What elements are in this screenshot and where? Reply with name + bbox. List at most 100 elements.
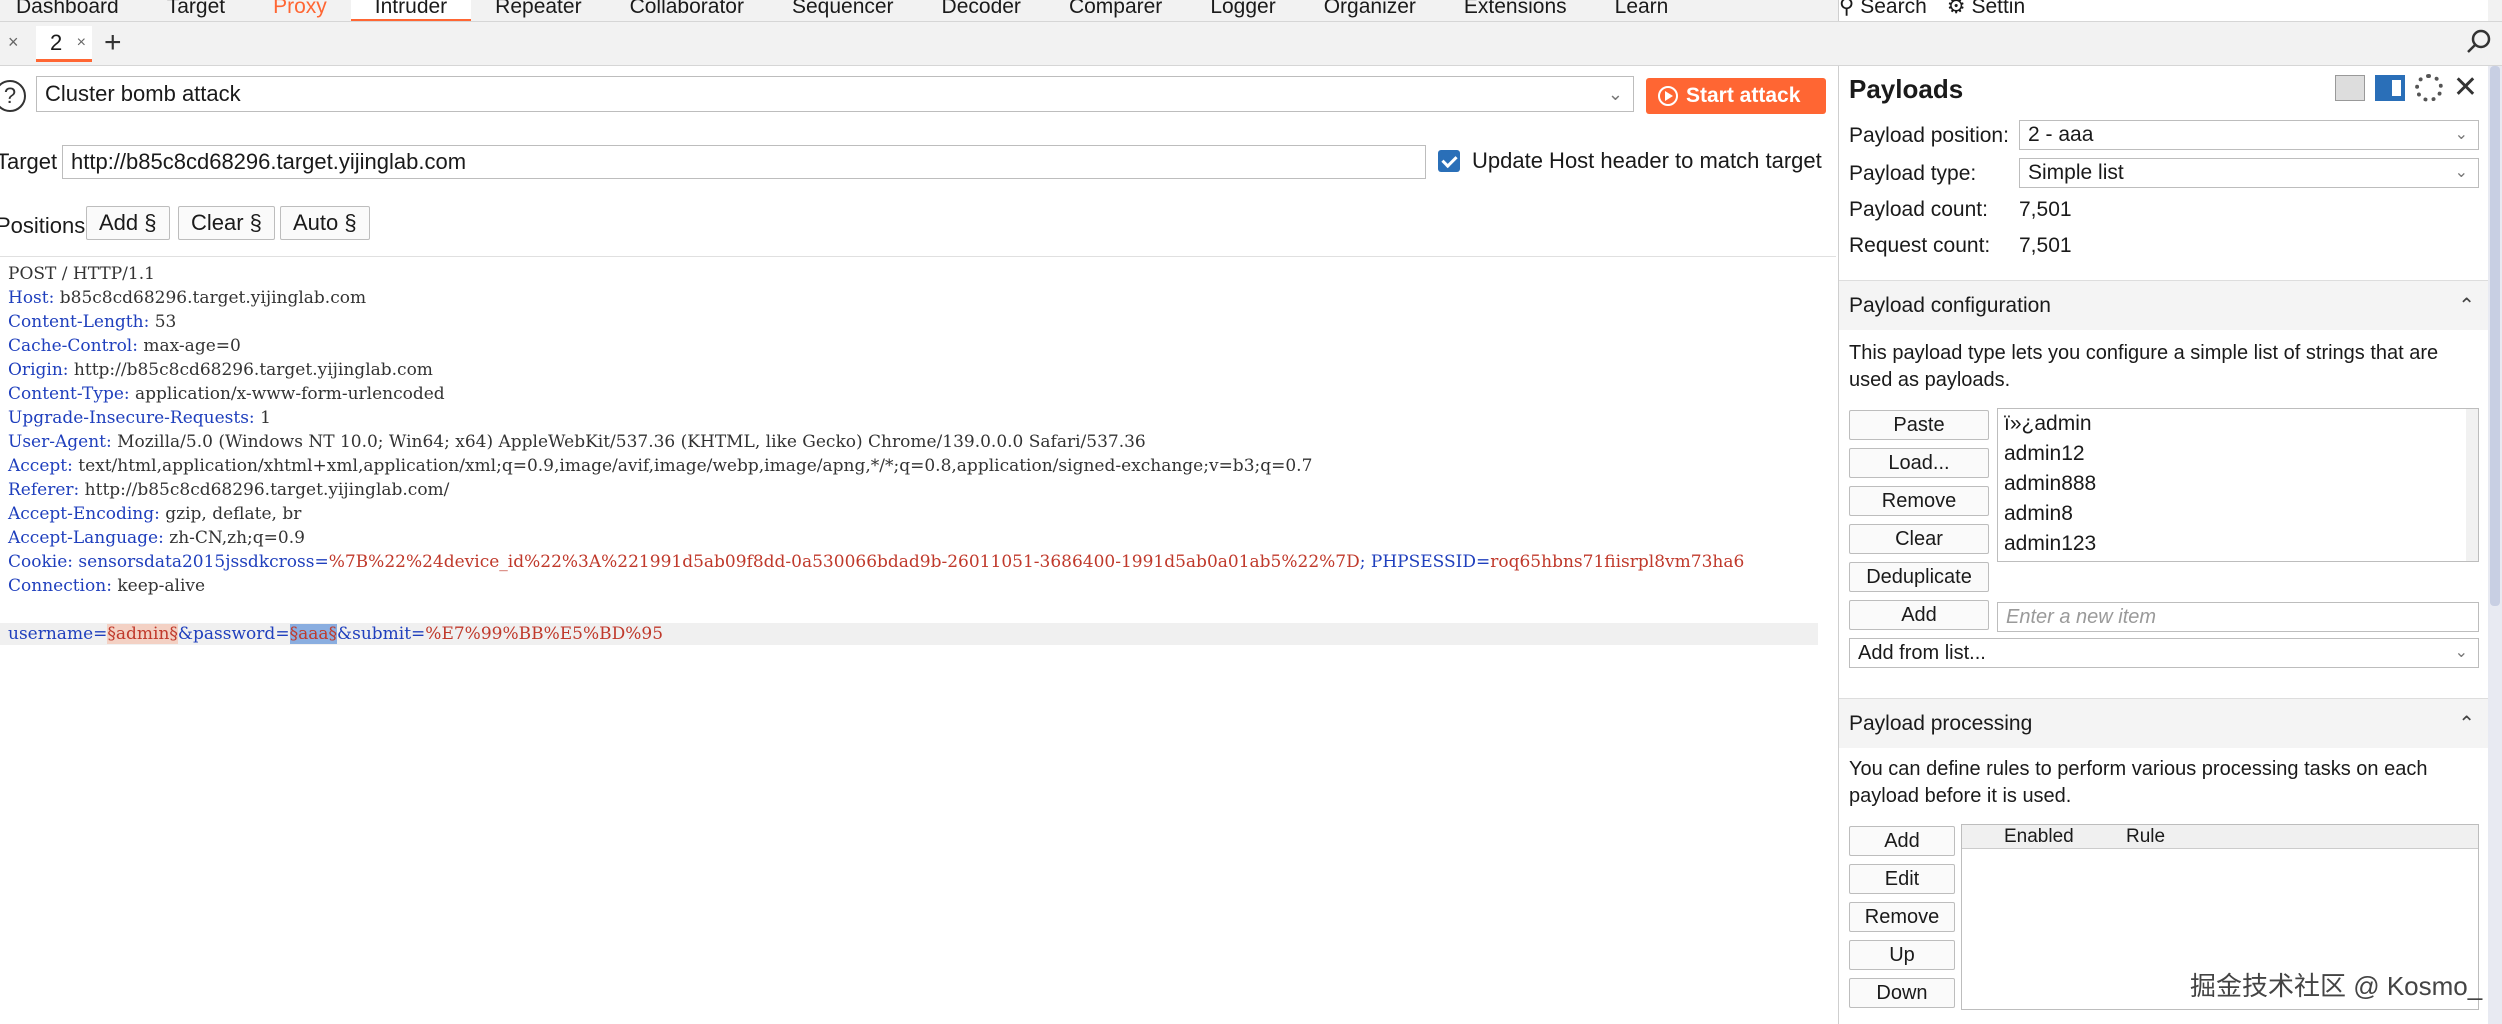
start-attack-label: Start attack	[1686, 84, 1801, 107]
add-marker-button[interactable]: Add §	[86, 206, 170, 240]
add-from-list-label: Add from list...	[1858, 642, 1986, 664]
right-scrollbar[interactable]	[2488, 66, 2502, 1024]
update-host-checkbox[interactable]	[1438, 150, 1460, 172]
tab-comparer[interactable]: Comparer	[1045, 0, 1186, 21]
request-count-value: 7,501	[2019, 234, 2072, 257]
close-icon[interactable]: ×	[8, 32, 19, 53]
layout-horizontal-icon[interactable]	[2334, 75, 2365, 101]
remove-button[interactable]: Remove	[1849, 486, 1989, 516]
header-line: Accept-Encoding: gzip, deflate, br	[8, 504, 302, 524]
gear-icon[interactable]	[2414, 74, 2443, 102]
watermark: 掘金技术社区 @ Kosmo_	[2190, 971, 2483, 1001]
header-line: User-Agent: Mozilla/5.0 (Windows NT 10.0…	[8, 432, 1146, 452]
request-line: POST / HTTP/1.1	[8, 264, 155, 284]
payload-configuration-desc: This payload type lets you configure a s…	[1849, 342, 2439, 391]
list-item[interactable]: sysadmin	[1998, 559, 2478, 561]
tab-logger[interactable]: Logger	[1186, 0, 1299, 21]
cookie-line: Cookie: sensorsdata2015jssdkcross=%7B%22…	[8, 552, 1745, 572]
close-icon[interactable]: ✕	[2453, 73, 2478, 103]
tab-dashboard[interactable]: Dashboard	[0, 0, 143, 21]
payload-type-select[interactable]: Simple list ⌄	[2019, 158, 2479, 188]
tab-target[interactable]: Target	[143, 0, 249, 21]
new-item-input[interactable]: Enter a new item	[1997, 602, 2479, 632]
tab-collaborator[interactable]: Collaborator	[606, 0, 768, 21]
request-editor[interactable]: POST / HTTP/1.1 Host: b85c8cd68296.targe…	[0, 256, 1836, 1024]
load-button[interactable]: Load...	[1849, 448, 1989, 478]
list-item[interactable]: admin123	[1998, 529, 2478, 559]
header-line: Origin: http://b85c8cd68296.target.yijin…	[8, 360, 433, 380]
request-count-label: Request count:	[1849, 234, 1991, 257]
chevron-up-icon: ⌃	[2458, 713, 2475, 735]
payload-type-value: Simple list	[2028, 161, 2124, 184]
tab-sequencer[interactable]: Sequencer	[768, 0, 918, 21]
layout-vertical-icon[interactable]	[2374, 75, 2405, 101]
tab-intruder[interactable]: Intruder	[350, 0, 472, 21]
paste-button[interactable]: Paste	[1849, 410, 1989, 440]
help-icon[interactable]: ?	[0, 80, 26, 112]
deduplicate-button[interactable]: Deduplicate	[1849, 562, 1989, 592]
column-enabled[interactable]: Enabled	[2004, 825, 2074, 849]
update-host-checkbox-row[interactable]: Update Host header to match target	[1438, 148, 1822, 174]
header-line: Cache-Control: max-age=0	[8, 336, 241, 356]
payload-marker-2[interactable]: §aaa§	[289, 624, 337, 644]
tab-learn[interactable]: Learn	[1591, 0, 1693, 21]
tab-decoder[interactable]: Decoder	[918, 0, 1045, 21]
payloads-panel: Payloads ✕ Payload position: 2 - aaa ⌄ P…	[1838, 66, 2489, 1024]
up-rule-button[interactable]: Up	[1849, 940, 1955, 970]
chevron-down-icon: ⌄	[2454, 126, 2468, 143]
main-menu-bar: Dashboard Target Proxy Intruder Repeater…	[0, 0, 2502, 22]
header-line: Accept: text/html,application/xhtml+xml,…	[8, 456, 1313, 476]
payload-processing-header[interactable]: Payload processing ⌃	[1839, 698, 2489, 748]
list-item[interactable]: admin8	[1998, 499, 2478, 529]
list-item[interactable]: ï»¿admin	[1998, 409, 2478, 439]
header-line: Host: b85c8cd68296.target.yijinglab.com	[8, 288, 367, 308]
clear-button[interactable]: Clear	[1849, 524, 1989, 554]
payload-position-select[interactable]: 2 - aaa ⌄	[2019, 120, 2479, 150]
tab-proxy[interactable]: Proxy	[249, 0, 351, 21]
tab-repeater[interactable]: Repeater	[471, 0, 605, 21]
close-icon[interactable]: ×	[77, 26, 86, 60]
payload-list[interactable]: ï»¿admin admin12 admin888 admin8 admin12…	[1997, 408, 2479, 562]
payload-position-label: Payload position:	[1849, 124, 2009, 147]
payload-count-label: Payload count:	[1849, 198, 1988, 221]
search-icon: ⚲	[1839, 0, 1855, 18]
tab-organizer[interactable]: Organizer	[1300, 0, 1440, 21]
settings-label: Settin	[1971, 0, 2026, 18]
down-rule-button[interactable]: Down	[1849, 978, 1955, 1008]
start-attack-button[interactable]: Start attack	[1646, 78, 1826, 114]
add-rule-button[interactable]: Add	[1849, 826, 1955, 856]
list-item[interactable]: admin888	[1998, 469, 2478, 499]
clear-marker-button[interactable]: Clear §	[178, 206, 275, 240]
remove-rule-button[interactable]: Remove	[1849, 902, 1955, 932]
search-label: Search	[1860, 0, 1927, 18]
payload-marker-1[interactable]: §admin§	[107, 624, 178, 644]
attack-type-select[interactable]: Cluster bomb attack ⌄	[36, 76, 1634, 112]
settings-button[interactable]: ⚙ Settin	[1947, 0, 2026, 21]
search-button[interactable]: ⚲ Search	[1839, 0, 1927, 21]
search-icon[interactable]	[2466, 28, 2494, 56]
intruder-tab-2[interactable]: 2 ×	[36, 26, 92, 62]
chevron-down-icon: ⌄	[1607, 84, 1623, 104]
update-host-label: Update Host header to match target	[1472, 148, 1822, 173]
chevron-down-icon: ⌄	[2454, 164, 2468, 181]
attack-type-value: Cluster bomb attack	[45, 81, 241, 106]
edit-rule-button[interactable]: Edit	[1849, 864, 1955, 894]
column-rule[interactable]: Rule	[2126, 825, 2165, 849]
header-line: Accept-Language: zh-CN,zh;q=0.9	[8, 528, 305, 548]
add-from-list-select[interactable]: Add from list... ⌄	[1849, 638, 2479, 668]
header-line: Upgrade-Insecure-Requests: 1	[8, 408, 271, 428]
target-url-input[interactable]: http://b85c8cd68296.target.yijinglab.com	[62, 145, 1426, 179]
add-tab-button[interactable]: +	[104, 26, 122, 60]
list-scrollbar[interactable]	[2466, 409, 2478, 561]
chevron-up-icon: ⌃	[2458, 295, 2475, 317]
tab-label: 2	[50, 30, 63, 55]
positions-label: Positions	[0, 213, 86, 238]
section-title: Payload processing	[1849, 712, 2033, 735]
tab-extensions[interactable]: Extensions	[1440, 0, 1591, 21]
auto-marker-button[interactable]: Auto §	[280, 206, 370, 240]
play-icon	[1658, 86, 1678, 106]
payload-configuration-header[interactable]: Payload configuration ⌃	[1839, 280, 2489, 330]
add-item-button[interactable]: Add	[1849, 600, 1989, 630]
scrollbar-thumb[interactable]	[2490, 66, 2500, 606]
list-item[interactable]: admin12	[1998, 439, 2478, 469]
